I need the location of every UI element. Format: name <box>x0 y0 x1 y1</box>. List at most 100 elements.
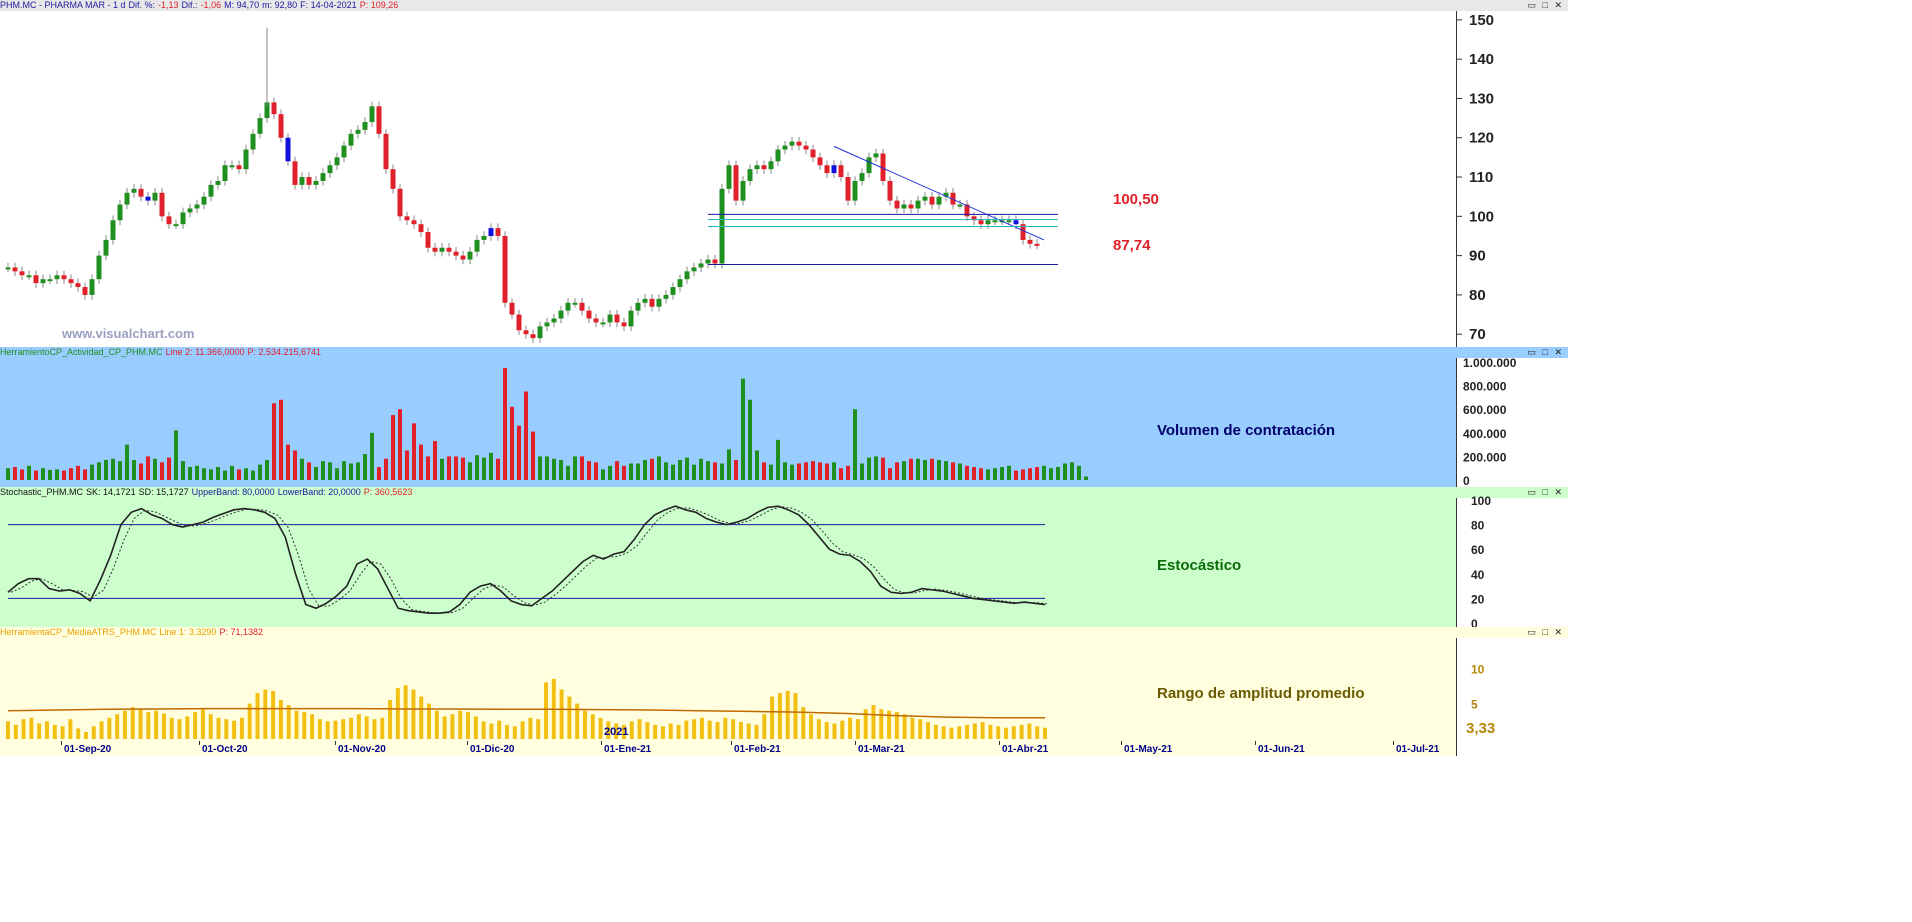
candle <box>313 180 319 185</box>
candle <box>82 287 88 295</box>
atr-bar <box>68 719 73 739</box>
stochastic-pane[interactable]: Stochastic_PHM.MC SK: 14,1721 SD: 15,1727 U… <box>0 487 1568 631</box>
atr-bar <box>918 719 923 739</box>
atr-bar <box>317 719 322 739</box>
candle <box>250 133 256 150</box>
atr-bar <box>684 720 689 739</box>
atr-bar <box>403 685 408 739</box>
axis-tick-label: 1.000.000 <box>1463 356 1517 370</box>
volume-bar <box>636 463 640 480</box>
volume-bar <box>769 464 773 480</box>
candle <box>586 310 592 319</box>
candle <box>698 263 704 268</box>
volume-bar <box>195 465 199 480</box>
candle <box>47 279 53 282</box>
candle <box>747 169 753 181</box>
candle <box>509 302 515 315</box>
candle <box>845 177 851 201</box>
volume-bar <box>1021 469 1025 480</box>
volume-chart[interactable] <box>0 347 1456 487</box>
atr-bar <box>629 721 634 739</box>
candle <box>873 153 879 158</box>
candle <box>796 141 802 146</box>
volume-bar <box>139 463 143 480</box>
x-axis-label: 01-Sep-20 <box>64 744 112 755</box>
volume-title: Volumen de contratación <box>1157 422 1336 439</box>
volume-bar <box>846 465 850 480</box>
volume-bar <box>160 462 164 480</box>
volume-bar <box>216 467 220 480</box>
window-controls-stoch[interactable]: ▭ □ ✕ <box>1528 487 1564 498</box>
volume-bar <box>426 456 430 480</box>
window-controls-vol[interactable]: ▭ □ ✕ <box>1528 347 1564 358</box>
candle <box>460 255 466 260</box>
volume-bar <box>62 470 66 480</box>
volume-bar <box>489 452 493 480</box>
candle <box>390 169 396 189</box>
candle <box>285 137 291 162</box>
candle <box>446 247 452 252</box>
candle <box>54 275 60 280</box>
axis-tick-label: 40 <box>1471 568 1485 582</box>
volume-bar <box>937 459 941 480</box>
candle <box>649 298 655 307</box>
volume-bar <box>692 464 696 480</box>
candle <box>425 232 431 248</box>
volume-bar <box>804 462 808 480</box>
atr-bar <box>559 689 564 739</box>
atr-bar <box>653 724 658 739</box>
candle <box>1034 243 1040 246</box>
x-axis-tick <box>731 741 732 745</box>
candle <box>355 129 361 134</box>
axis-tick-label: 150 <box>1469 12 1494 29</box>
volume-bar <box>1077 465 1081 480</box>
atr-bar <box>543 682 548 739</box>
volume-pane[interactable]: HerramientoCP_Actividad_CP_PHM.MC Line 2:… <box>0 347 1568 488</box>
volume-bar <box>580 456 584 480</box>
window-controls-atr[interactable]: ▭ □ ✕ <box>1528 627 1564 638</box>
level-label-low: 87,74 <box>1113 237 1151 254</box>
price-axis: 70 80 90 100 110 120 130 140 150 <box>1456 11 1568 347</box>
candle <box>621 322 627 327</box>
candle <box>817 157 823 166</box>
candle <box>684 271 690 280</box>
candle <box>194 204 200 209</box>
candle <box>397 188 403 217</box>
volume-bar <box>895 462 899 480</box>
candle <box>502 235 508 303</box>
volume-bar <box>167 457 171 480</box>
volume-bar <box>867 457 871 480</box>
atr-bar <box>37 723 42 739</box>
atr-bar <box>193 712 198 739</box>
axis-tick-label: 10 <box>1471 662 1485 676</box>
candle <box>33 275 39 284</box>
atr-bar <box>731 719 736 739</box>
atr-bar <box>434 710 439 739</box>
atr-bar <box>840 720 845 739</box>
candle <box>278 114 284 138</box>
candle <box>558 310 564 319</box>
x-axis-label: 01-Ene-21 <box>604 744 652 755</box>
atr-bar <box>1004 727 1009 739</box>
x-axis-label: 01-May-21 <box>1124 744 1173 755</box>
price-pane[interactable]: PHM.MC - PHARMA MAR - 1 d Dif. %: -1,13 Dif… <box>0 0 1568 347</box>
volume-bar <box>244 468 248 480</box>
volume-bar <box>832 462 836 480</box>
atr-last-value: 3,33 <box>1466 720 1496 737</box>
candle <box>383 133 389 170</box>
volume-bar <box>951 462 955 480</box>
candle <box>159 192 165 217</box>
price-chart[interactable] <box>0 0 1456 347</box>
candle <box>936 196 942 205</box>
atr-bar <box>60 726 65 739</box>
candle <box>271 102 277 115</box>
candle <box>215 180 221 185</box>
atr-pane[interactable]: HerramientaCP_MediaATRS_PHM.MC Line 1: 3,… <box>0 627 1568 756</box>
volume-bar <box>20 469 24 480</box>
window-controls[interactable]: ▭ □ ✕ <box>1528 0 1564 11</box>
candle <box>635 302 641 311</box>
volume-bar <box>531 431 535 480</box>
atr-bar <box>107 717 112 739</box>
volume-bar <box>405 450 409 480</box>
volume-bar <box>825 463 829 480</box>
